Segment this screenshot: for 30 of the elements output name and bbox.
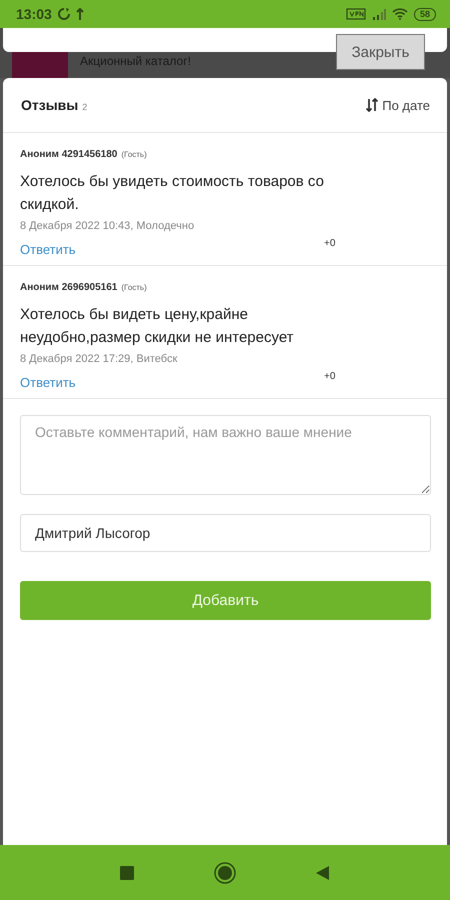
wifi-icon — [392, 8, 408, 20]
vote-score: +0 — [324, 238, 336, 249]
vote-score: +0 — [324, 371, 336, 382]
close-button[interactable]: Закрыть — [336, 34, 425, 70]
author-role: (Гость) — [121, 150, 147, 159]
comment-text: Хотелось бы видеть цену,крайне неудобно,размер скидки не интересует — [20, 305, 295, 348]
name-field[interactable]: Дмитрий Лысогор — [20, 514, 431, 552]
comment-text: Хотелось бы увидеть стоимость товаров со скидкой. — [20, 172, 325, 215]
back-icon[interactable] — [316, 866, 330, 880]
sort-icon — [366, 98, 378, 112]
reviews-count: 2 — [82, 102, 88, 112]
data-arrow-icon — [76, 8, 84, 20]
home-icon[interactable] — [214, 862, 236, 884]
author-role: (Гость) — [121, 283, 147, 292]
battery-icon: 58 — [414, 8, 436, 20]
comment-field[interactable]: Оставьте комментарий, нам важно ваше мнение — [20, 415, 431, 495]
catalog-thumbnail — [12, 52, 68, 78]
recents-icon[interactable] — [120, 866, 134, 880]
sort-button[interactable]: По дате — [366, 98, 430, 112]
author-name: Аноним 2696905161 — [20, 282, 118, 293]
vpn-icon — [346, 8, 366, 20]
comment-meta: 8 Декабря 2022 17:29, Витебск — [20, 353, 178, 365]
reviews-title: Отзывы — [21, 97, 78, 113]
clock: 13:03 — [16, 6, 52, 22]
reply-link[interactable]: Ответить — [20, 371, 324, 390]
signal-icon — [372, 8, 386, 20]
reply-link[interactable]: Ответить — [20, 238, 324, 257]
sync-icon — [58, 8, 70, 20]
comment-meta: 8 Декабря 2022 10:43, Молодечно — [20, 220, 196, 232]
author-name: Аноним 4291456180 — [20, 149, 118, 160]
